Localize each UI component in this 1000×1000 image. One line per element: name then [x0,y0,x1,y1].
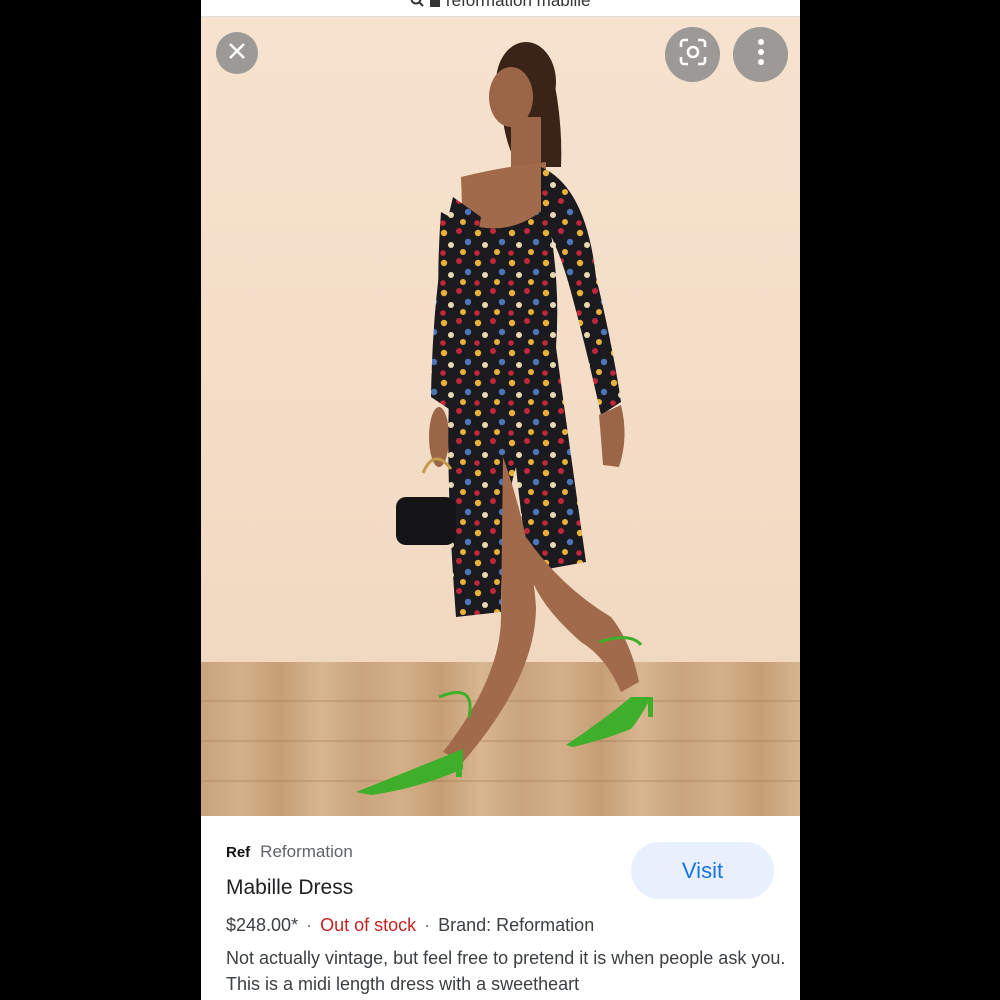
search-icon [410,0,425,12]
separator-dot: · [424,915,431,935]
separator-dot: · [306,915,313,935]
stock-status: Out of stock [320,915,417,935]
more-options-button[interactable] [733,27,788,82]
product-meta: $248.00* · Out of stock · Brand: Reformation [226,915,594,936]
google-lens-button[interactable] [665,27,720,82]
product-title[interactable]: Mabille Dress [226,876,353,900]
visit-button[interactable]: Visit [631,842,774,899]
close-button[interactable] [216,32,258,74]
url-text-row: reformation mabille [201,0,800,12]
brand: Brand: Reformation [438,915,595,935]
close-icon [227,41,247,66]
browser-url-bar[interactable]: reformation mabille [201,0,800,17]
product-info-panel: Ref Reformation Mabille Dress Visit $248… [201,816,800,1000]
model-figure [356,42,653,795]
google-lens-icon [679,38,707,71]
price: $248.00* [226,915,299,935]
url-text: reformation mabille [445,0,591,10]
more-vert-icon [757,38,765,71]
phone-screen: reformation mabille Ref Reformation Mabi… [201,0,800,1000]
source-row[interactable]: Ref Reformation [226,842,353,862]
product-photo[interactable] [201,17,800,816]
source-logo: Ref [226,843,251,861]
source-name: Reformation [260,842,353,861]
product-description: Not actually vintage, but feel free to p… [226,948,786,994]
lock-icon [429,0,441,12]
